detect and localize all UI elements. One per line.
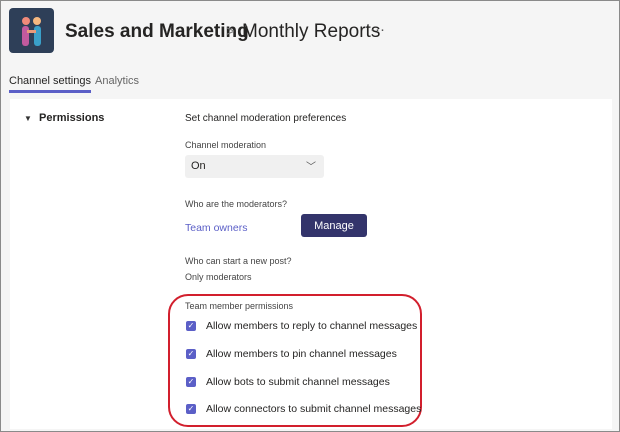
tab-analytics[interactable]: Analytics <box>95 75 139 87</box>
channel-moderation-label: Channel moderation <box>185 140 267 150</box>
more-options-icon[interactable]: ··· <box>370 21 385 38</box>
new-post-value: Only moderators <box>185 272 252 282</box>
team-owners-link[interactable]: Team owners <box>185 222 247 234</box>
handshake-icon <box>22 17 41 46</box>
manage-button[interactable]: Manage <box>301 214 367 237</box>
checkbox-label: Allow members to pin channel messages <box>206 348 397 360</box>
chevron-down-icon: ﹀ <box>306 162 316 173</box>
moderation-heading: Set channel moderation preferences <box>185 113 347 124</box>
channel-name: Monthly Reports <box>242 21 381 42</box>
checkbox-label: Allow members to reply to channel messag… <box>206 320 418 332</box>
permissions-heading[interactable]: Permissions <box>39 112 104 124</box>
checkbox-bots[interactable]: ✓ <box>186 377 196 387</box>
checkbox-reply[interactable]: ✓ <box>186 321 196 331</box>
member-permissions-label: Team member permissions <box>185 301 294 311</box>
checkbox-label: Allow bots to submit channel messages <box>206 376 390 388</box>
channel-moderation-dropdown[interactable]: On ﹀ <box>185 155 324 178</box>
checkbox-connectors[interactable]: ✓ <box>186 404 196 414</box>
collapse-caret-icon[interactable]: ▼ <box>24 114 32 123</box>
tab-channel-settings[interactable]: Channel settings <box>9 75 91 93</box>
team-name[interactable]: Sales and Marketing <box>65 21 249 43</box>
new-post-label: Who can start a new post? <box>185 256 292 266</box>
team-avatar <box>9 8 54 53</box>
dropdown-value: On <box>191 160 206 172</box>
checkbox-pin[interactable]: ✓ <box>186 349 196 359</box>
checkbox-label: Allow connectors to submit channel messa… <box>206 403 422 415</box>
moderators-label: Who are the moderators? <box>185 199 288 209</box>
breadcrumb-chevron-icon: > <box>226 23 235 40</box>
